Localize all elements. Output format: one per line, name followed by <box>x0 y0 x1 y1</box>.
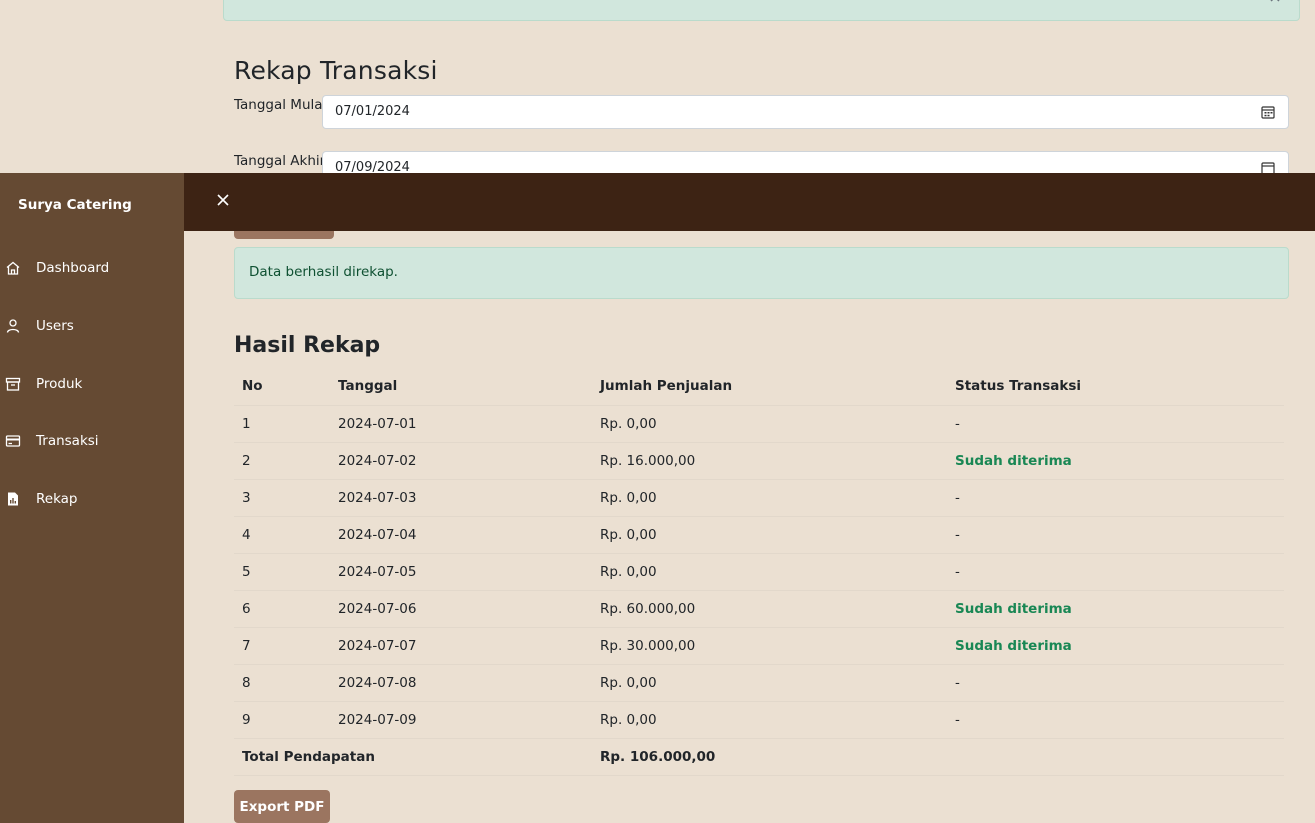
close-icon[interactable] <box>216 193 230 207</box>
cell-amount: Rp. 0,00 <box>592 479 947 517</box>
cell-status: - <box>947 479 1284 517</box>
cell-status: - <box>947 701 1284 739</box>
sidebar-item-label: Users <box>36 318 74 334</box>
table-row: 9 2024-07-09 Rp. 0,00 - <box>234 701 1284 739</box>
table-row: 5 2024-07-05 Rp. 0,00 - <box>234 553 1284 591</box>
success-alert: Data berhasil direkap. <box>234 247 1289 299</box>
table-row: 1 2024-07-01 Rp. 0,00 - <box>234 405 1284 443</box>
total-label: Total Pendapatan <box>234 738 592 776</box>
user-icon <box>6 319 20 333</box>
sidebar-item-label: Rekap <box>36 491 78 507</box>
report-file-icon <box>8 492 18 506</box>
home-icon <box>6 261 20 275</box>
cell-date: 2024-07-04 <box>330 516 592 554</box>
table-row: 6 2024-07-06 Rp. 60.000,00 Sudah diterim… <box>234 590 1284 628</box>
credit-card-icon <box>5 435 21 447</box>
table-row: 7 2024-07-07 Rp. 30.000,00 Sudah diterim… <box>234 627 1284 665</box>
table-header-row: No Tanggal Jumlah Penjualan Status Trans… <box>234 368 1284 406</box>
column-header-no: No <box>234 368 330 406</box>
column-header-status: Status Transaksi <box>947 368 1284 406</box>
total-value: Rp. 106.000,00 <box>592 738 947 776</box>
cell-amount: Rp. 0,00 <box>592 701 947 739</box>
sidebar-item-transaksi[interactable]: Transaksi <box>0 424 184 460</box>
cell-date: 2024-07-07 <box>330 627 592 665</box>
result-title: Hasil Rekap <box>234 333 381 358</box>
sidebar: Surya Catering Dashboard Users Produk Tr… <box>0 173 184 823</box>
cell-date: 2024-07-02 <box>330 442 592 480</box>
cell-date: 2024-07-05 <box>330 553 592 591</box>
cell-status: Sudah diterima <box>947 442 1284 480</box>
sidebar-item-label: Produk <box>36 376 83 392</box>
sidebar-item-produk[interactable]: Produk <box>0 367 184 403</box>
cell-no: 4 <box>234 516 330 554</box>
cell-amount: Rp. 0,00 <box>592 664 947 702</box>
top-navbar <box>184 173 1315 231</box>
start-date-value: 07/01/2024 <box>335 104 410 119</box>
table-row: 8 2024-07-08 Rp. 0,00 - <box>234 664 1284 702</box>
archive-icon <box>5 377 21 391</box>
cell-status: - <box>947 553 1284 591</box>
cell-no: 1 <box>234 405 330 443</box>
sidebar-item-label: Transaksi <box>36 433 99 449</box>
total-empty-cell <box>947 738 1284 776</box>
cell-no: 3 <box>234 479 330 517</box>
cell-amount: Rp. 0,00 <box>592 405 947 443</box>
table-row: 4 2024-07-04 Rp. 0,00 - <box>234 516 1284 554</box>
cell-status: - <box>947 405 1284 443</box>
alert-message: Data berhasil direkap. <box>249 264 398 280</box>
cell-amount: Rp. 30.000,00 <box>592 627 947 665</box>
end-date-label: Tanggal Akhir: <box>234 153 330 169</box>
cell-date: 2024-07-09 <box>330 701 592 739</box>
cell-date: 2024-07-03 <box>330 479 592 517</box>
cell-no: 5 <box>234 553 330 591</box>
cell-amount: Rp. 0,00 <box>592 516 947 554</box>
cell-amount: Rp. 60.000,00 <box>592 590 947 628</box>
cell-no: 9 <box>234 701 330 739</box>
cell-date: 2024-07-08 <box>330 664 592 702</box>
column-header-tanggal: Tanggal <box>330 368 592 406</box>
cell-status: Sudah diterima <box>947 627 1284 665</box>
cell-no: 8 <box>234 664 330 702</box>
cell-status: - <box>947 516 1284 554</box>
cell-amount: Rp. 16.000,00 <box>592 442 947 480</box>
cell-status: Sudah diterima <box>947 590 1284 628</box>
cell-no: 7 <box>234 627 330 665</box>
sidebar-item-rekap[interactable]: Rekap <box>0 482 184 518</box>
page-title: Rekap Transaksi <box>234 56 438 85</box>
top-alert-partial <box>223 0 1300 21</box>
cell-date: 2024-07-01 <box>330 405 592 443</box>
table-row: 2 2024-07-02 Rp. 16.000,00 Sudah diterim… <box>234 442 1284 480</box>
close-icon[interactable] <box>1267 0 1287 7</box>
cell-amount: Rp. 0,00 <box>592 553 947 591</box>
cell-no: 2 <box>234 442 330 480</box>
cell-no: 6 <box>234 590 330 628</box>
sidebar-item-users[interactable]: Users <box>0 309 184 345</box>
brand-name[interactable]: Surya Catering <box>18 197 132 213</box>
start-date-label: Tanggal Mulai: <box>234 97 331 113</box>
total-row: Total Pendapatan Rp. 106.000,00 <box>234 738 1284 776</box>
sidebar-item-label: Dashboard <box>36 260 110 276</box>
sidebar-item-dashboard[interactable]: Dashboard <box>0 251 184 287</box>
column-header-jumlah: Jumlah Penjualan <box>592 368 947 406</box>
start-date-input[interactable]: 07/01/2024 <box>322 95 1289 129</box>
cell-status: - <box>947 664 1284 702</box>
calendar-icon[interactable] <box>1261 105 1275 119</box>
submit-button-partial[interactable] <box>234 231 334 239</box>
table-row: 3 2024-07-03 Rp. 0,00 - <box>234 479 1284 517</box>
cell-date: 2024-07-06 <box>330 590 592 628</box>
export-pdf-button[interactable]: Export PDF <box>234 790 330 823</box>
recap-table: No Tanggal Jumlah Penjualan Status Trans… <box>234 368 1284 776</box>
